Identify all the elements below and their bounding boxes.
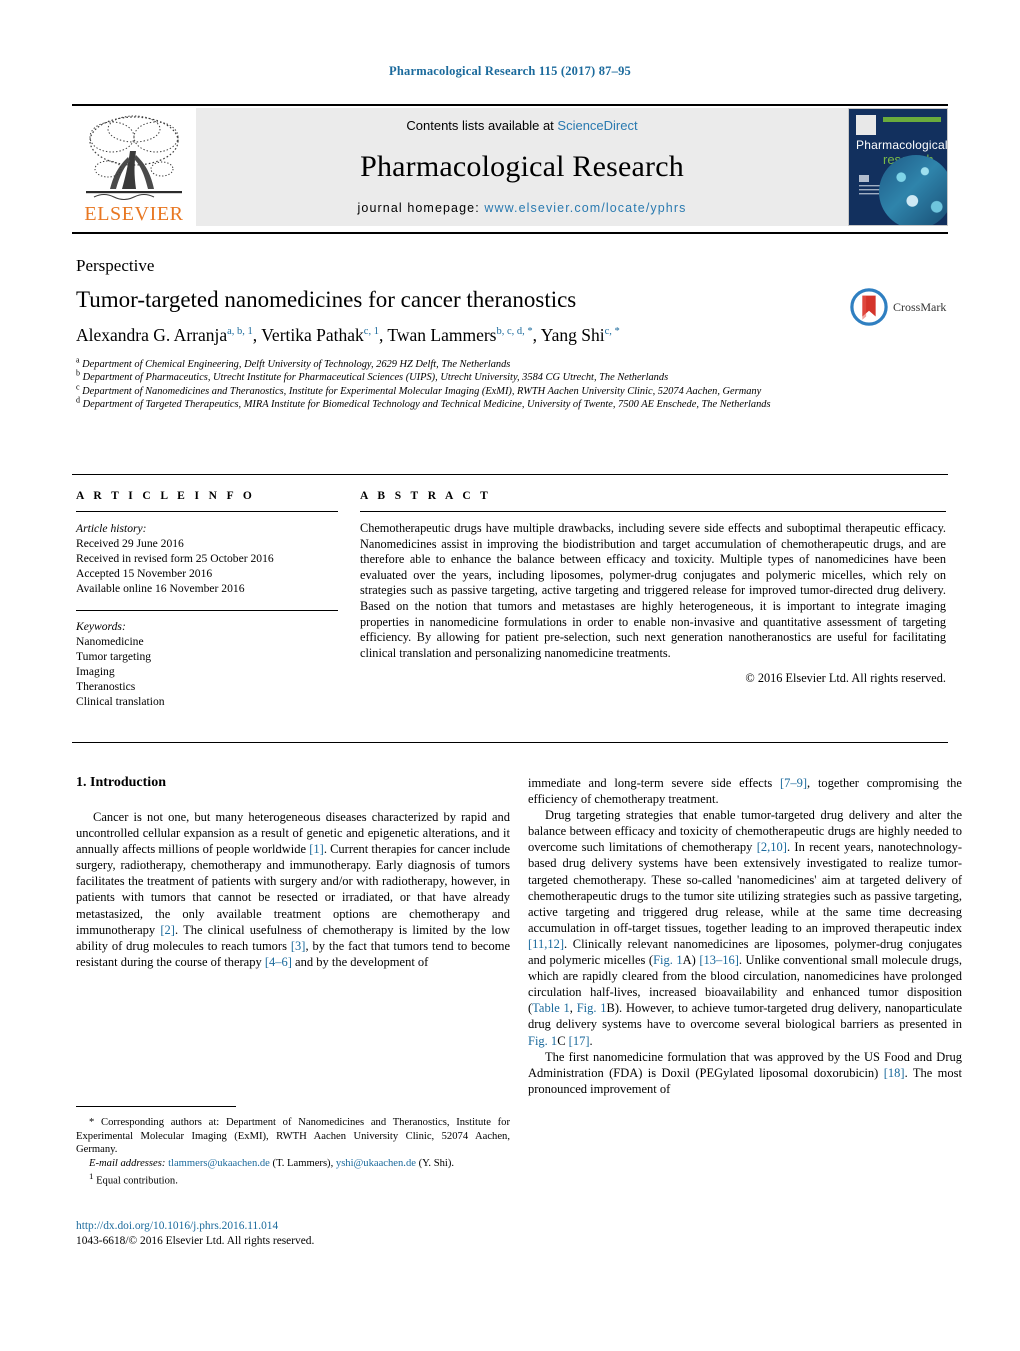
issn-copyright-line: 1043-6618/© 2016 Elsevier Ltd. All right… [76, 1235, 315, 1247]
affiliation-text: Department of Chemical Engineering, Delf… [82, 359, 511, 370]
affiliation-text: Department of Pharmaceutics, Utrecht Ins… [82, 372, 669, 384]
abstract-text: Chemotherapeutic drugs have multiple dra… [360, 521, 946, 660]
info-band-top-rule [72, 474, 948, 475]
cover-green-bar [883, 117, 941, 122]
keyword-item: Tumor targeting [76, 650, 152, 663]
author-marks-0: a, b, 1 [227, 326, 253, 338]
affiliation-item: a Department of Chemical Engineering, De… [76, 355, 944, 371]
body-paragraph: Drug targeting strategies that enable tu… [528, 808, 962, 1048]
abstract-heading: A B S T R A C T [360, 490, 492, 502]
footnote-equal-contribution-text: Equal contribution. [96, 1175, 178, 1187]
body-paragraph: Cancer is not one, but many heterogeneou… [76, 810, 510, 969]
footnote-corresponding-text: Corresponding authors at: Department of … [76, 1117, 510, 1156]
section-heading-introduction: 1. Introduction [76, 775, 166, 790]
article-type-label: Perspective [76, 256, 155, 275]
keywords-label: Keywords: [76, 620, 126, 633]
paper-page: Pharmacological Research 115 (2017) 87–9… [0, 0, 1020, 1351]
article-history-item: Available online 16 November 2016 [76, 582, 245, 595]
keywords-divider [76, 610, 338, 611]
elsevier-tree-icon [78, 111, 190, 203]
homepage-url-link[interactable]: www.elsevier.com/locate/yphrs [484, 201, 686, 215]
article-history-item: Received 29 June 2016 [76, 537, 184, 550]
doi-block: http://dx.doi.org/10.1016/j.phrs.2016.11… [76, 1219, 510, 1249]
email-link-lammers[interactable]: tlammers@ukaachen.de [168, 1158, 270, 1169]
keyword-item: Theranostics [76, 680, 136, 693]
body-column-right: immediate and long-term severe side effe… [528, 775, 962, 1097]
author-name-2: Twan Lammers [387, 325, 497, 345]
affiliation-item: d Department of Targeted Therapeutics, M… [76, 395, 944, 411]
cover-artwork-image [879, 155, 947, 225]
journal-cover-thumbnail[interactable]: Pharmacological research [848, 108, 948, 226]
sciencedirect-link[interactable]: ScienceDirect [557, 118, 637, 133]
elsevier-logo: ELSEVIER [72, 108, 196, 226]
running-head: Pharmacological Research 115 (2017) 87–9… [389, 64, 631, 78]
journal-homepage-line: journal homepage: www.elsevier.com/locat… [358, 201, 687, 215]
article-history-item: Accepted 15 November 2016 [76, 567, 213, 580]
page-title: Tumor-targeted nanomedicines for cancer … [76, 287, 577, 312]
footnote-emails: E-mail addresses: tlammers@ukaachen.de (… [89, 1157, 455, 1169]
masthead-bottom-rule [72, 232, 948, 234]
affiliation-item: c Department of Nanomedicines and Theran… [76, 382, 944, 398]
author-marks-3: c, * [604, 326, 620, 338]
footnote-divider [76, 1106, 236, 1107]
crossmark-label: CrossMark [893, 299, 947, 314]
crossmark-badge[interactable]: CrossMark [850, 286, 954, 328]
affiliation-mark: a [76, 355, 80, 365]
footnote-corresponding-authors: * Corresponding authors at: Department o… [76, 1116, 510, 1157]
keyword-item: Nanomedicine [76, 635, 144, 648]
author-marks-1: c, 1 [363, 326, 379, 338]
affiliation-mark: d [76, 395, 80, 405]
email-owner-lammers: (T. Lammers) [272, 1157, 331, 1169]
affiliation-text: Department of Targeted Therapeutics, MIR… [82, 399, 771, 411]
affiliation-text: Department of Nanomedicines and Theranos… [82, 385, 762, 397]
homepage-prefix: journal homepage: [357, 201, 485, 215]
article-info-column: A R T I C L E I N F O Article history: R… [76, 490, 338, 709]
article-history-label: Article history: [76, 522, 147, 535]
author-marks-2: b, c, d, * [496, 326, 533, 338]
article-info-divider [76, 511, 338, 512]
masthead-center: Contents lists available at ScienceDirec… [196, 108, 848, 226]
article-history-item: Received in revised form 25 October 2016 [76, 552, 274, 565]
cover-title-line1: Pharmacological [856, 138, 948, 152]
body-paragraph: The first nanomedicine formulation that … [528, 1049, 962, 1096]
contents-prefix: Contents lists available at [406, 118, 558, 133]
author-name-0: Alexandra G. Arranja [76, 325, 228, 345]
masthead-top-rule [72, 104, 948, 106]
footnote-star-icon: * [89, 1117, 95, 1128]
keywords-block: Keywords: Nanomedicine Tumor targeting I… [76, 610, 338, 709]
affiliation-item: b Department of Pharmaceutics, Utrecht I… [76, 368, 944, 384]
crossmark-icon [850, 288, 888, 326]
info-band-bottom-rule [72, 742, 948, 743]
doi-link[interactable]: http://dx.doi.org/10.1016/j.phrs.2016.11… [76, 1219, 510, 1234]
abstract-divider [360, 511, 946, 512]
abstract-copyright: © 2016 Elsevier Ltd. All rights reserved… [745, 671, 946, 686]
journal-masthead: ELSEVIER Contents lists available at Sci… [72, 108, 948, 226]
keyword-item: Clinical translation [76, 695, 165, 708]
affiliation-list: a Department of Chemical Engineering, De… [76, 355, 944, 412]
keyword-item: Imaging [76, 665, 115, 678]
elsevier-wordmark: ELSEVIER [84, 203, 184, 225]
author-name-1: Vertika Pathak [261, 325, 364, 345]
body-column-left: 1. Introduction Cancer is not one, but m… [76, 775, 510, 970]
author-name-3: Yang Shi [540, 325, 605, 345]
cover-elsevier-mark-icon [856, 115, 876, 135]
journal-title: Pharmacological Research [360, 150, 684, 183]
article-info-heading: A R T I C L E I N F O [76, 490, 256, 502]
footnote-equal-contribution: 1 Equal contribution. [76, 1170, 510, 1188]
abstract-column: A B S T R A C T Chemotherapeutic drugs h… [360, 490, 946, 686]
author-list: Alexandra G. Arranjaa, b, 1, Vertika Pat… [76, 325, 620, 345]
affiliation-mark: b [76, 368, 80, 378]
email-owner-shi: (Y. Shi). [418, 1157, 455, 1169]
email-link-shi[interactable]: yshi@ukaachen.de [336, 1158, 416, 1169]
affiliation-mark: c [76, 382, 80, 392]
email-addresses-label: E-mail addresses: [89, 1157, 166, 1169]
footnote-mark-1: 1 [89, 1171, 94, 1182]
body-paragraph: immediate and long-term severe side effe… [528, 776, 962, 807]
contents-available-line: Contents lists available at ScienceDirec… [406, 118, 637, 133]
footnote-block: * Corresponding authors at: Department o… [76, 1116, 510, 1189]
